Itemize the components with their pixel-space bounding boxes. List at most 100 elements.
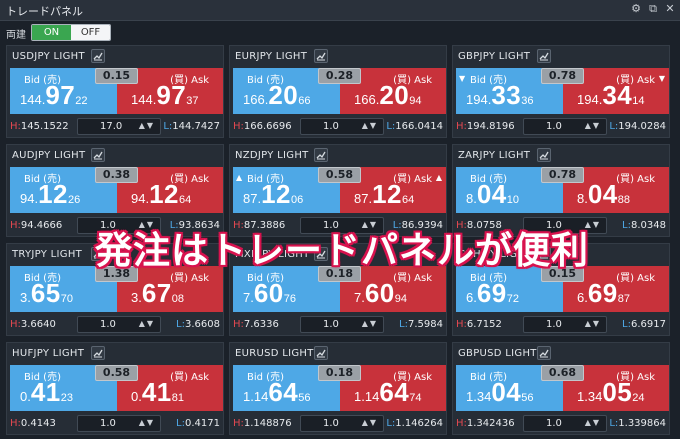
- trade-panel: EURJPY LIGHT Bid (売) 166.2066 (買) Ask 16…: [229, 45, 447, 138]
- bid-trend-icon: ▼: [459, 74, 466, 83]
- chart-icon[interactable]: [91, 247, 105, 261]
- trade-panel: EURUSD LIGHT Bid (売) 1.146456 (買) Ask 1.…: [229, 342, 447, 435]
- symbol-label: AUDJPY LIGHT: [12, 150, 86, 161]
- quantity-stepper[interactable]: 1.0 ▲▼: [300, 415, 384, 432]
- high-value: H:0.4143: [10, 418, 56, 429]
- high-value: H:94.4666: [10, 220, 63, 231]
- stepper-arrows-icon[interactable]: ▲▼: [585, 319, 601, 328]
- bid-price: 144.9722: [20, 80, 88, 110]
- bid-price: 7.6076: [243, 278, 297, 308]
- ask-price: 87.1264: [354, 179, 415, 209]
- stepper-arrows-icon[interactable]: ▲▼: [585, 121, 601, 130]
- toggle-on-button[interactable]: ON: [32, 25, 71, 40]
- symbol-label: CNHJPY LIGHT: [458, 249, 532, 260]
- quantity-stepper[interactable]: 1.0 ▲▼: [523, 415, 607, 432]
- quantity-stepper[interactable]: 1.0 ▲▼: [300, 316, 384, 333]
- panel-footer: H:1.342436 1.0 ▲▼ L:1.339864: [453, 413, 669, 435]
- stepper-arrows-icon[interactable]: ▲▼: [139, 418, 155, 427]
- ask-price: 1.146474: [354, 377, 422, 407]
- quantity-stepper[interactable]: 1.0 ▲▼: [523, 217, 607, 234]
- hedge-toggle[interactable]: ON OFF: [31, 24, 111, 41]
- quantity-stepper[interactable]: 1.0 ▲▼: [523, 118, 607, 135]
- panel-footer: H:145.1522 17.0 ▲▼ L:144.7427: [7, 116, 223, 138]
- chart-icon[interactable]: [91, 148, 105, 162]
- panel-footer: H:94.4666 1.0 ▲▼ L:93.8634: [7, 215, 223, 237]
- quantity-value: 1.0: [323, 220, 339, 231]
- panel-header: TRYJPY LIGHT: [7, 244, 223, 266]
- chart-icon[interactable]: [537, 247, 551, 261]
- low-value: L:1.146264: [386, 418, 443, 429]
- high-value: H:145.1522: [10, 121, 69, 132]
- stepper-arrows-icon[interactable]: ▲▼: [139, 319, 155, 328]
- symbol-label: USDJPY LIGHT: [12, 51, 85, 62]
- stepper-arrows-icon[interactable]: ▲▼: [585, 220, 601, 229]
- ask-price: 3.6708: [131, 278, 185, 308]
- high-value: H:7.6336: [233, 319, 279, 330]
- ask-trend-icon: ▼: [658, 74, 665, 83]
- trade-panel: USDJPY LIGHT Bid (売) 144.9722 (買) Ask 14…: [6, 45, 224, 138]
- quantity-value: 1.0: [546, 319, 562, 330]
- panel-footer: H:3.6640 1.0 ▲▼ L:3.6608: [7, 314, 223, 336]
- stepper-arrows-icon[interactable]: ▲▼: [139, 220, 155, 229]
- chart-icon[interactable]: [537, 148, 551, 162]
- quantity-stepper[interactable]: 1.0 ▲▼: [77, 217, 161, 234]
- quantity-stepper[interactable]: 1.0 ▲▼: [300, 217, 384, 234]
- toggle-off-button[interactable]: OFF: [71, 25, 110, 40]
- spread-badge: 0.68: [541, 365, 584, 381]
- symbol-label: HUFJPY LIGHT: [12, 348, 85, 359]
- chart-icon[interactable]: [537, 49, 551, 63]
- ask-price: 0.4181: [131, 377, 185, 407]
- spread-badge: 0.18: [318, 365, 361, 381]
- chart-icon[interactable]: [314, 49, 328, 63]
- high-value: H:87.3886: [233, 220, 286, 231]
- trade-panel: NZDJPY LIGHT Bid (売) ▲ 87.1206 (買) Ask ▲…: [229, 144, 447, 237]
- high-value: H:194.8196: [456, 121, 515, 132]
- panel-header: USDJPY LIGHT: [7, 46, 223, 68]
- quantity-stepper[interactable]: 17.0 ▲▼: [77, 118, 161, 135]
- stepper-arrows-icon[interactable]: ▲▼: [362, 319, 378, 328]
- gear-icon[interactable]: ⚙: [630, 2, 642, 16]
- chart-icon[interactable]: [314, 247, 328, 261]
- close-icon[interactable]: ✕: [664, 2, 676, 16]
- spread-badge: 1.38: [95, 266, 138, 282]
- high-value: H:1.342436: [456, 418, 515, 429]
- ask-price: 6.6987: [577, 278, 631, 308]
- ask-price: 7.6094: [354, 278, 408, 308]
- stepper-arrows-icon[interactable]: ▲▼: [362, 418, 378, 427]
- stepper-arrows-icon[interactable]: ▲▼: [362, 121, 378, 130]
- quantity-stepper[interactable]: 1.0 ▲▼: [523, 316, 607, 333]
- chart-icon[interactable]: [314, 148, 328, 162]
- stepper-arrows-icon[interactable]: ▲▼: [585, 418, 601, 427]
- panel-footer: H:166.6696 1.0 ▲▼ L:166.0414: [230, 116, 446, 138]
- bid-price: 3.6570: [20, 278, 74, 308]
- stepper-arrows-icon[interactable]: ▲▼: [139, 121, 155, 130]
- quantity-stepper[interactable]: 1.0 ▲▼: [77, 316, 161, 333]
- chart-icon[interactable]: [537, 346, 551, 360]
- trade-panel: HUFJPY LIGHT Bid (売) 0.4123 (買) Ask 0.41…: [6, 342, 224, 435]
- trade-panel: AUDJPY LIGHT Bid (売) 94.1226 (買) Ask 94.…: [6, 144, 224, 237]
- window-titlebar: トレードパネル ⚙ ⧉ ✕: [0, 0, 680, 21]
- spread-badge: 0.78: [541, 167, 584, 183]
- trade-panel: GBPUSD LIGHT Bid (売) 1.340456 (買) Ask 1.…: [452, 342, 670, 435]
- popout-icon[interactable]: ⧉: [647, 2, 659, 16]
- symbol-label: MXNJPY LIGHT: [235, 249, 310, 260]
- stepper-arrows-icon[interactable]: ▲▼: [362, 220, 378, 229]
- ask-price: 94.1264: [131, 179, 192, 209]
- chart-icon[interactable]: [314, 346, 328, 360]
- high-value: H:8.0758: [456, 220, 502, 231]
- panel-header: MXNJPY LIGHT: [230, 244, 446, 266]
- panel-footer: H:1.148876 1.0 ▲▼ L:1.146264: [230, 413, 446, 435]
- quantity-stepper[interactable]: 1.0 ▲▼: [300, 118, 384, 135]
- bid-price: 1.146456: [243, 377, 311, 407]
- low-value: L:1.339864: [609, 418, 666, 429]
- high-value: H:3.6640: [10, 319, 56, 330]
- symbol-label: GBPUSD LIGHT: [458, 348, 537, 359]
- trade-panel: ZARJPY LIGHT Bid (売) 8.0410 (買) Ask 8.04…: [452, 144, 670, 237]
- quantity-stepper[interactable]: 1.0 ▲▼: [77, 415, 161, 432]
- trade-panel: TRYJPY LIGHT Bid (売) 3.6570 (買) Ask 3.67…: [6, 243, 224, 336]
- chart-icon[interactable]: [91, 346, 105, 360]
- ask-price: 144.9737: [131, 80, 199, 110]
- panel-header: AUDJPY LIGHT: [7, 145, 223, 167]
- chart-icon[interactable]: [91, 49, 105, 63]
- spread-badge: 0.15: [95, 68, 138, 84]
